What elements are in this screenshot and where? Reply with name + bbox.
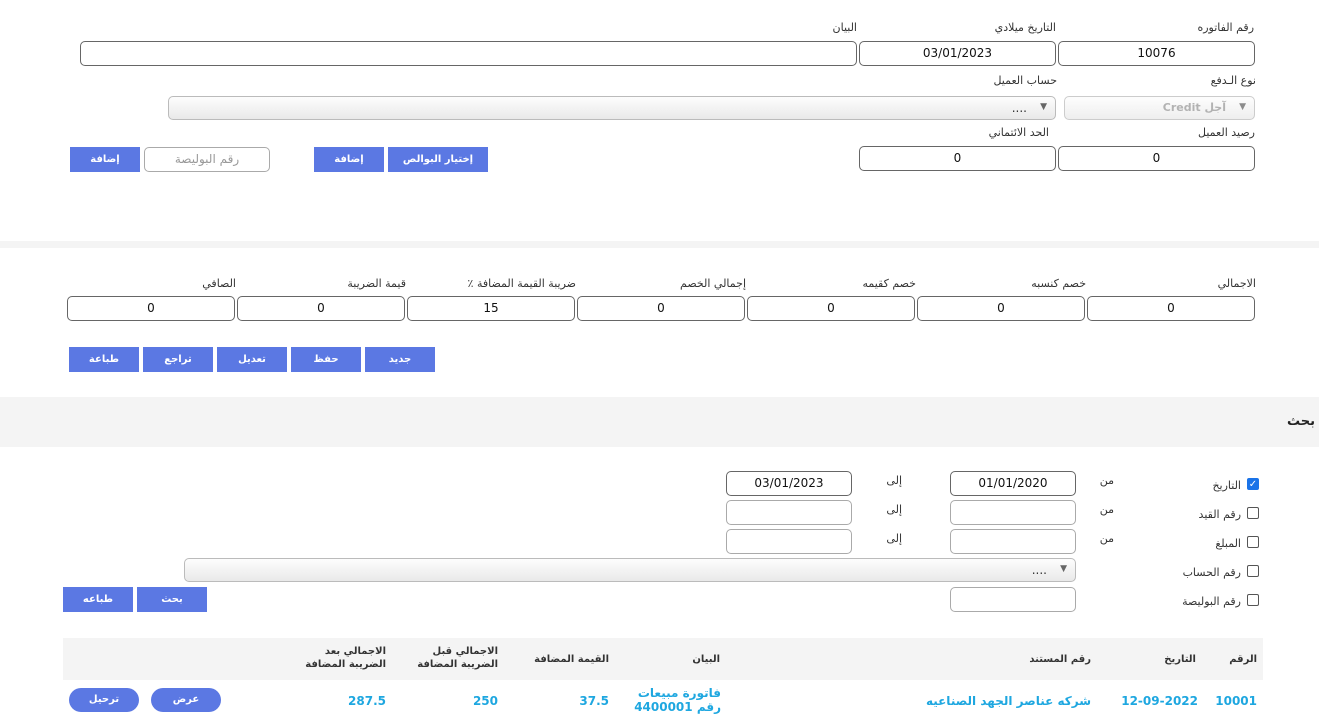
- edit-button[interactable]: تعديل: [217, 347, 287, 372]
- search-title: بحث: [1286, 414, 1315, 429]
- net-label: الصافي: [202, 277, 236, 290]
- cell-total-after-tax: 287.5: [348, 694, 386, 708]
- save-button[interactable]: حفظ: [291, 347, 361, 372]
- payment-type-select[interactable]: آجل Credit ▼: [1064, 96, 1255, 120]
- invoice-no-label: رقم الفاتوره: [1197, 21, 1254, 34]
- tax-value-field[interactable]: 0: [237, 296, 405, 321]
- view-button[interactable]: عرض: [151, 688, 221, 712]
- payment-type-label: نوع الـدفع: [1210, 74, 1256, 87]
- customer-account-value: ....: [1011, 101, 1027, 115]
- entry-no-checkbox[interactable]: [1247, 507, 1259, 519]
- vat-label: ضريبة القيمة المضافة ٪: [467, 277, 576, 290]
- date-from-field[interactable]: 01/01/2020: [950, 471, 1076, 496]
- net-field[interactable]: 0: [67, 296, 235, 321]
- account-no-checkbox[interactable]: [1247, 565, 1259, 577]
- customer-account-label: حساب العميل: [993, 74, 1057, 87]
- policy-no-checkbox[interactable]: [1247, 594, 1259, 606]
- from-label: من: [1099, 474, 1114, 487]
- date-to-field[interactable]: 03/01/2023: [726, 471, 852, 496]
- credit-limit-label: الحد الائتماني: [988, 126, 1049, 139]
- total-label: الاجمالي: [1217, 277, 1256, 290]
- cell-doc-no[interactable]: شركه عناصر الجهد الصناعيه: [911, 694, 1091, 708]
- policy-no-search-field[interactable]: [950, 587, 1076, 612]
- to-label: إلى: [886, 532, 902, 545]
- vat-field[interactable]: 15: [407, 296, 575, 321]
- entry-no-to-field[interactable]: [726, 500, 852, 525]
- add-button[interactable]: إضافة: [314, 147, 384, 172]
- amount-checkbox[interactable]: [1247, 536, 1259, 548]
- customer-balance-field[interactable]: 0: [1058, 146, 1255, 171]
- section-divider: [0, 241, 1319, 248]
- th-date: التاريخ: [1164, 654, 1196, 665]
- new-button[interactable]: جديد: [365, 347, 435, 372]
- undo-button[interactable]: تراجع: [143, 347, 213, 372]
- entry-no-label: رقم القيد: [1198, 508, 1241, 521]
- chevron-down-icon: ▼: [1060, 564, 1067, 574]
- to-label: إلى: [886, 503, 902, 516]
- post-button[interactable]: ترحيل: [69, 688, 139, 712]
- total-discount-field[interactable]: 0: [577, 296, 745, 321]
- credit-limit-field[interactable]: 0: [859, 146, 1056, 171]
- total-field[interactable]: 0: [1087, 296, 1255, 321]
- cell-date: 12-09-2022: [1121, 694, 1198, 708]
- amount-to-field[interactable]: [726, 529, 852, 554]
- statement-label: البيان: [832, 21, 857, 34]
- amount-from-field[interactable]: [950, 529, 1076, 554]
- th-no: الرقم: [1229, 654, 1257, 665]
- payment-type-value: آجل Credit: [1162, 101, 1226, 114]
- account-no-value: ....: [1031, 563, 1047, 577]
- search-print-button[interactable]: طباعه: [63, 587, 133, 612]
- search-header-band: بحث: [0, 397, 1319, 447]
- date-checkbox[interactable]: ✓: [1247, 478, 1259, 490]
- search-date-label: التاريخ: [1212, 479, 1241, 492]
- th-total-after-tax: الاجمالي بعد الضريبة المضافة: [305, 646, 386, 670]
- cell-total-before-tax: 250: [472, 694, 498, 708]
- account-no-select[interactable]: .... ▼: [184, 558, 1076, 582]
- entry-no-from-field[interactable]: [950, 500, 1076, 525]
- policy-no-input[interactable]: رقم البوليصة: [144, 147, 270, 172]
- to-label: إلى: [886, 474, 902, 487]
- customer-balance-label: رصيد العميل: [1198, 126, 1255, 139]
- th-total-before-tax: الاجمالي قبل الضريبة المضافة: [417, 646, 498, 670]
- search-button[interactable]: بحث: [137, 587, 207, 612]
- tax-value-label: قيمة الضريبة: [347, 277, 406, 290]
- qty-discount-field[interactable]: 0: [747, 296, 915, 321]
- account-no-label: رقم الحساب: [1182, 566, 1241, 579]
- th-vat-value: القيمة المضافة: [534, 654, 609, 665]
- from-label: من: [1099, 503, 1114, 516]
- pct-discount-field[interactable]: 0: [917, 296, 1085, 321]
- chevron-down-icon: ▼: [1040, 102, 1047, 112]
- policy-no-label: رقم البوليصة: [1182, 595, 1241, 608]
- add-policy-button[interactable]: إضافة: [70, 147, 140, 172]
- chevron-down-icon: ▼: [1239, 102, 1246, 112]
- th-statement: البيان: [692, 654, 720, 665]
- pct-discount-label: خصم كنسبه: [1031, 277, 1086, 290]
- statement-field[interactable]: [80, 41, 857, 66]
- print-button[interactable]: طباعة: [69, 347, 139, 372]
- amount-label: المبلغ: [1215, 537, 1241, 550]
- customer-account-select[interactable]: .... ▼: [168, 96, 1056, 120]
- date-field[interactable]: 03/01/2023: [859, 41, 1056, 66]
- cell-statement[interactable]: فاتورة مبيعات رقم 4400001: [621, 686, 721, 714]
- choose-policies-button[interactable]: إختيار البوالص: [388, 147, 488, 172]
- th-doc-no: رقم المستند: [1029, 654, 1091, 665]
- from-label: من: [1099, 532, 1114, 545]
- cell-vat-value: 37.5: [579, 694, 609, 708]
- total-discount-label: إجمالي الخصم: [680, 277, 746, 290]
- date-label: التاريخ ميلادي: [994, 21, 1056, 34]
- qty-discount-label: خصم كقيمه: [862, 277, 916, 290]
- cell-no: 10001: [1215, 694, 1257, 708]
- invoice-no-field[interactable]: 10076: [1058, 41, 1255, 66]
